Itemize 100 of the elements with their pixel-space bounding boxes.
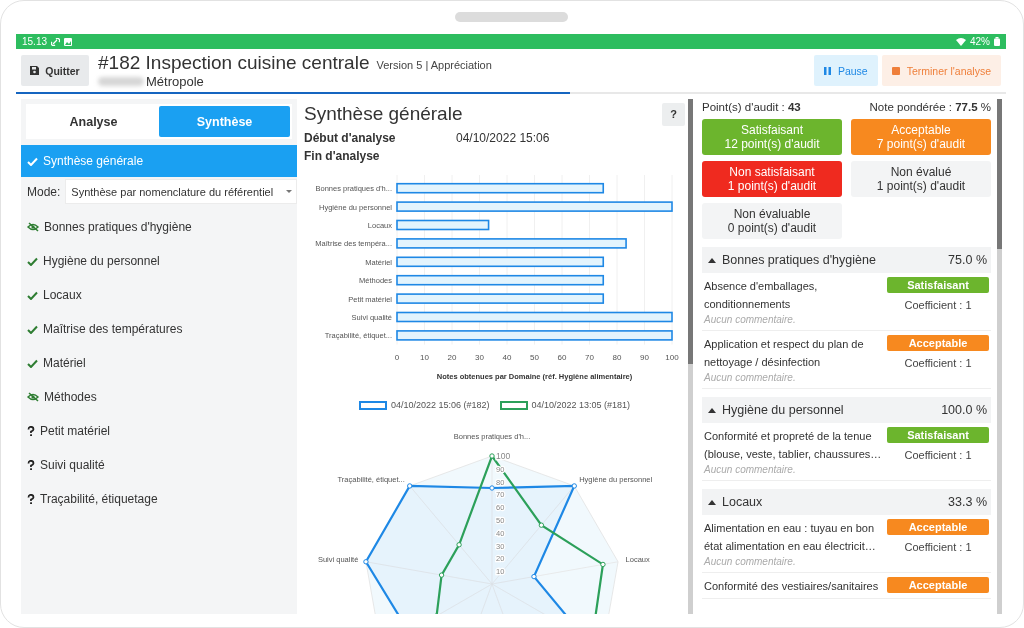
blurred-text [98, 77, 144, 86]
tick-label: 20 [447, 353, 457, 362]
criterion-text: Alimentation en eau : tuyau en bon état alimentation en eau électricit… [704, 521, 877, 554]
tile-count: 1 point(s) d'audit [727, 179, 817, 193]
comment-text: Aucun commentaire. [704, 555, 797, 569]
version-label: Version 5 | Appréciation [376, 59, 492, 71]
tile-label: Non évalué [890, 165, 952, 179]
tile-count: 7 point(s) d'audit [876, 137, 966, 151]
battery-icon [994, 37, 1000, 46]
question-icon [27, 426, 35, 436]
menu-item[interactable]: Suivi qualité [21, 448, 297, 482]
data-point [489, 453, 495, 459]
legend-label: 04/10/2022 13:05 (#181) [531, 400, 631, 410]
battery-level: 42% [970, 36, 990, 47]
check-icon [27, 358, 38, 368]
comment-text: Aucun commentaire. [704, 313, 797, 327]
tile-label: Acceptable [891, 123, 951, 137]
menu-item[interactable]: Maîtrise des températures [21, 312, 297, 346]
scrollbar-thumb[interactable] [997, 99, 1002, 249]
data-point [456, 542, 462, 548]
menu-item[interactable]: Locaux [21, 278, 297, 312]
pause-icon [823, 66, 831, 75]
tile-count: 1 point(s) d'audit [876, 179, 966, 193]
mode-dropdown[interactable]: Synthèse par nomenclature du référentiel [65, 179, 297, 204]
check-icon [27, 290, 38, 300]
menu-item[interactable]: Matériel [21, 346, 297, 380]
tile-count: 12 point(s) d'audit [724, 137, 820, 151]
tile-label: Satisfaisant [740, 123, 803, 137]
tick-label: 100 [665, 353, 679, 362]
question-icon [27, 460, 35, 470]
comment-text: Aucun commentaire. [704, 371, 797, 385]
data-point [538, 522, 545, 528]
comment-text: Aucun commentaire. [704, 463, 797, 477]
section-name: Hygiène du personnel [722, 403, 844, 417]
audit-point-count: Point(s) d'audit : 43 [702, 101, 801, 113]
section-score: 75.0 % [948, 253, 987, 267]
data-point [571, 483, 577, 489]
section-header[interactable]: Hygiène du personnel 100.0 % [702, 397, 991, 423]
data-point [363, 559, 369, 565]
weighted-score: Note pondérée : 77.5 % [869, 101, 991, 113]
menu-item[interactable]: Hygiène du personnel [21, 244, 297, 278]
page-title: #182 Inspection cuisine centrale [98, 52, 370, 74]
tick-label: 30 [475, 353, 484, 362]
tick-label: 10 [420, 353, 429, 362]
field-value: 04/10/2022 15:06 [456, 131, 550, 145]
coefficient-label: Coefficient : 1 [904, 449, 972, 461]
data-point [407, 483, 413, 489]
caret-down-icon [286, 190, 292, 193]
criterion-text: Application et respect du plan de nettoyage / désinfection [704, 337, 865, 370]
data-point [438, 572, 445, 578]
status-badge: Satisfaisant [887, 427, 989, 443]
status-badge: Acceptable [887, 577, 989, 593]
section-header[interactable]: Locaux 33.3 % [702, 489, 991, 515]
data-point [489, 485, 495, 491]
tile-count: 0 point(s) d'audit [727, 221, 817, 235]
field-label: Début d'analyse [304, 131, 397, 145]
section-score: 100.0 % [941, 403, 987, 417]
tick-label: 50 [530, 353, 539, 362]
section-title: Synthèse générale [304, 103, 463, 125]
coefficient-label: Coefficient : 1 [904, 299, 972, 311]
menu-item[interactable]: Bonnes pratiques d'hygiène [21, 210, 297, 244]
tick-label: 80 [612, 353, 622, 362]
tick-label: 70 [585, 353, 594, 362]
tick-label: 90 [640, 353, 649, 362]
section-name: Bonnes pratiques d'hygiène [722, 253, 876, 267]
section-header[interactable]: Bonnes pratiques d'hygiène 75.0 % [702, 247, 991, 273]
data-point [600, 561, 606, 568]
eye-slash-icon [27, 392, 39, 402]
check-icon [27, 256, 38, 266]
field-label: Fin d'analyse [304, 149, 381, 163]
tick-label: 100 [496, 451, 511, 461]
tick-label: 60 [557, 353, 567, 362]
section-score: 33.3 % [948, 495, 987, 509]
site-name: Métropole [146, 74, 204, 89]
tile-label: Non satisfaisant [729, 165, 815, 179]
mode-label: Mode: [27, 184, 61, 199]
criterion-text: Conformité et propreté de la tenue (blouse, veste, tablier, chaussures… [704, 429, 883, 462]
criterion-text: Conformité des vestiaires/sanitaires [704, 579, 880, 594]
help-button[interactable]: ? [662, 102, 685, 126]
stop-icon [891, 66, 900, 75]
coefficient-label: Coefficient : 1 [904, 541, 972, 553]
scrollbar-thumb[interactable] [688, 99, 693, 364]
tile-label: Non évaluable [733, 207, 811, 221]
menu-item[interactable]: Traçabilité, étiquetage [21, 482, 297, 516]
status-badge: Satisfaisant [887, 277, 989, 293]
save-icon [30, 66, 40, 75]
coefficient-label: Coefficient : 1 [904, 357, 972, 369]
quit-button[interactable]: Quitter [21, 55, 89, 86]
check-icon [27, 156, 38, 166]
tick-label: 40 [502, 353, 512, 362]
criterion-text: Absence d'emballages, conditionnements [704, 279, 819, 312]
section-name: Locaux [722, 495, 763, 509]
status-time: 15.13 [22, 36, 48, 47]
legend-label: 04/10/2022 15:06 (#182) [390, 400, 490, 410]
image-icon [64, 37, 73, 46]
check-icon [27, 324, 38, 334]
menu-item[interactable]: Petit matériel [21, 414, 297, 448]
menu-item[interactable]: Méthodes [21, 380, 297, 414]
wifi-icon [956, 37, 966, 46]
data-point [531, 573, 537, 580]
